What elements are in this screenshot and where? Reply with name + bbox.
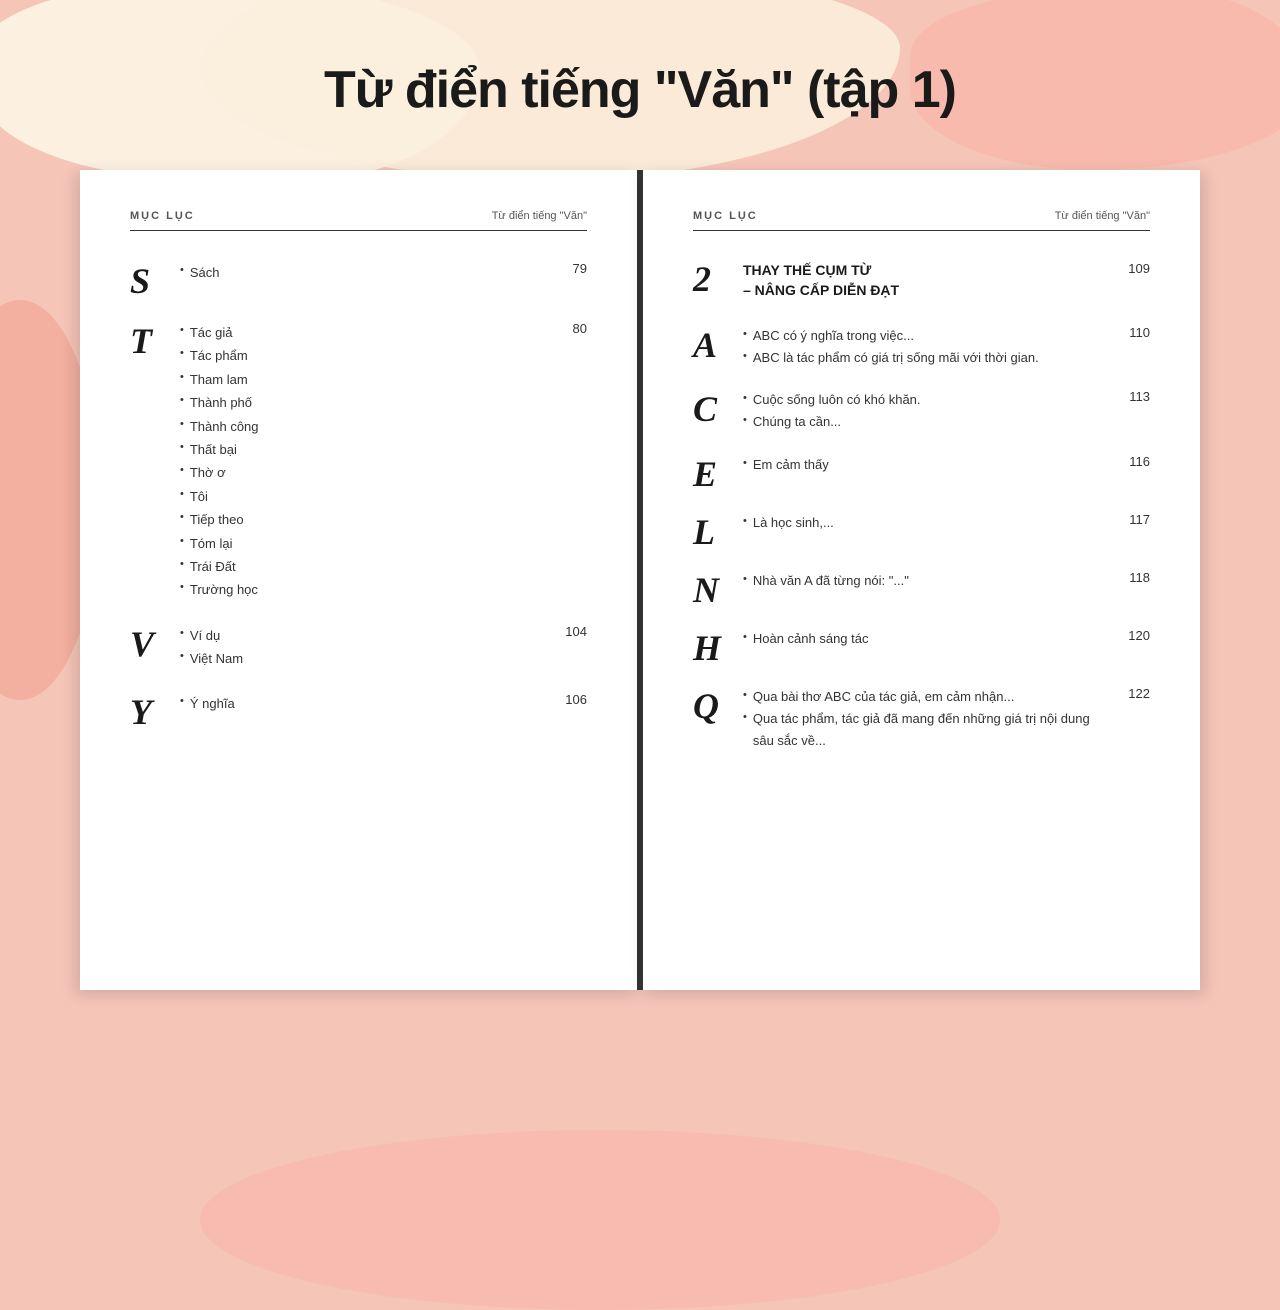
right-toc-section-a: A •ABC có ý nghĩa trong việc... •ABC là … xyxy=(693,325,1114,369)
list-item: •Nhà văn A đã từng nói: "..." xyxy=(743,570,1114,592)
right-page-num-q: 122 xyxy=(1113,686,1150,701)
left-header-title: Từ điển tiếng "Văn" xyxy=(492,210,587,222)
list-item: •Tiếp theo xyxy=(180,508,553,531)
list-item: •Thành công xyxy=(180,415,553,438)
list-item: •Tóm lại xyxy=(180,532,553,555)
right-letter-l: L xyxy=(693,514,743,550)
toc-section-s: S • Sách xyxy=(130,261,553,299)
list-item: •Thờ ơ xyxy=(180,461,553,484)
right-toc-section-n: N •Nhà văn A đã từng nói: "..." xyxy=(693,570,1114,608)
right-page-num-l: 117 xyxy=(1114,512,1150,527)
toc-section-v: V •Ví dụ •Việt Nam xyxy=(130,624,545,671)
list-item: •Hoàn cảnh sáng tác xyxy=(743,628,1113,650)
chapter-page-num: 109 xyxy=(1113,261,1150,325)
right-toc-section-e: E •Em cảm thấy xyxy=(693,454,1114,492)
list-item: •Qua bài thơ ABC của tác giả, em cảm nhậ… xyxy=(743,686,1113,708)
toc-row-s: S • Sách 79 xyxy=(130,261,587,321)
right-toc-row-h: H •Hoàn cảnh sáng tác 120 xyxy=(693,628,1150,686)
toc-section-t: T •Tác giả •Tác phẩm •Tham lam •Thành ph… xyxy=(130,321,553,602)
list-item: •Tham lam xyxy=(180,368,553,391)
list-item: •Cuộc sống luôn có khó khăn. xyxy=(743,389,1114,411)
page-num-y: 106 xyxy=(545,692,587,707)
list-item: •Là học sinh,... xyxy=(743,512,1114,534)
toc-items-s: • Sách xyxy=(180,261,553,284)
list-item: •Qua tác phẩm, tác giả đã mang đến những… xyxy=(743,708,1113,752)
right-toc-row-n: N •Nhà văn A đã từng nói: "..." 118 xyxy=(693,570,1150,628)
left-page-header: MỤC LỤC Từ điển tiếng "Văn" xyxy=(130,210,587,231)
toc-section-y: Y •Ý nghĩa xyxy=(130,692,545,730)
letter-s: S xyxy=(130,263,180,299)
toc-row-y: Y •Ý nghĩa 106 xyxy=(130,692,587,752)
toc-items-t: •Tác giả •Tác phẩm •Tham lam •Thành phố … xyxy=(180,321,553,602)
toc-row-v: V •Ví dụ •Việt Nam 104 xyxy=(130,624,587,693)
letter-v: V xyxy=(130,626,180,662)
right-toc-section-q: Q •Qua bài thơ ABC của tác giả, em cảm n… xyxy=(693,686,1113,752)
right-letter-e: E xyxy=(693,456,743,492)
list-item: •Thành phố xyxy=(180,391,553,414)
books-container: MỤC LỤC Từ điển tiếng "Văn" S • Sách 79 xyxy=(80,170,1200,990)
right-items-q: •Qua bài thơ ABC của tác giả, em cảm nhậ… xyxy=(743,686,1113,752)
toc-items-y: •Ý nghĩa xyxy=(180,692,545,715)
page-num-v: 104 xyxy=(545,624,587,639)
chapter-header: 2 THAY THẾ CỤM TỪ– NÂNG CẤP DIỄN ĐẠT xyxy=(693,261,1113,300)
right-header-title: Từ điển tiếng "Văn" xyxy=(1055,210,1150,222)
right-toc-section-c: C •Cuộc sống luôn có khó khăn. •Chúng ta… xyxy=(693,389,1114,433)
chapter-num: 2 xyxy=(693,261,743,297)
right-page-num-e: 116 xyxy=(1114,454,1150,469)
left-page: MỤC LỤC Từ điển tiếng "Văn" S • Sách 79 xyxy=(80,170,640,990)
right-toc-row-l: L •Là học sinh,... 117 xyxy=(693,512,1150,570)
right-muc-luc-label: MỤC LỤC xyxy=(693,210,758,222)
chapter-title: THAY THẾ CỤM TỪ– NÂNG CẤP DIỄN ĐẠT xyxy=(743,261,1113,300)
main-content: Từ điển tiếng "Văn" (tập 1) MỤC LỤC Từ đ… xyxy=(0,0,1280,1280)
right-toc-section-l: L •Là học sinh,... xyxy=(693,512,1114,550)
list-item: •Tác phẩm xyxy=(180,344,553,367)
list-item: •Trường học xyxy=(180,578,553,601)
right-toc-row-q: Q •Qua bài thơ ABC của tác giả, em cảm n… xyxy=(693,686,1150,772)
right-toc-row-e: E •Em cảm thấy 116 xyxy=(693,454,1150,512)
right-page-num-a: 110 xyxy=(1114,325,1150,340)
left-muc-luc-label: MỤC LỤC xyxy=(130,210,195,222)
list-item: •Ví dụ xyxy=(180,624,545,647)
right-items-a: •ABC có ý nghĩa trong việc... •ABC là tá… xyxy=(743,325,1114,369)
right-page-num-c: 113 xyxy=(1114,389,1150,404)
right-items-e: •Em cảm thấy xyxy=(743,454,1114,476)
toc-row-t: T •Tác giả •Tác phẩm •Tham lam •Thành ph… xyxy=(130,321,587,624)
right-items-l: •Là học sinh,... xyxy=(743,512,1114,534)
letter-t: T xyxy=(130,323,180,359)
page-num-t: 80 xyxy=(553,321,587,336)
list-item: •Em cảm thấy xyxy=(743,454,1114,476)
list-item: • Sách xyxy=(180,261,553,284)
right-toc-row-c: C •Cuộc sống luôn có khó khăn. •Chúng ta… xyxy=(693,389,1150,453)
list-item: •ABC là tác phẩm có giá trị sống mãi với… xyxy=(743,347,1114,369)
right-toc-row-a: A •ABC có ý nghĩa trong việc... •ABC là … xyxy=(693,325,1150,389)
list-item: •Tôi xyxy=(180,485,553,508)
right-items-c: •Cuộc sống luôn có khó khăn. •Chúng ta c… xyxy=(743,389,1114,433)
page-num-s: 79 xyxy=(553,261,587,276)
list-item: •Tác giả xyxy=(180,321,553,344)
right-items-h: •Hoàn cảnh sáng tác xyxy=(743,628,1113,650)
right-letter-c: C xyxy=(693,391,743,427)
list-item: •Chúng ta cần... xyxy=(743,411,1114,433)
right-letter-h: H xyxy=(693,630,743,666)
list-item: •Ý nghĩa xyxy=(180,692,545,715)
right-page-num-h: 120 xyxy=(1113,628,1150,643)
toc-items-v: •Ví dụ •Việt Nam xyxy=(180,624,545,671)
list-item: •ABC có ý nghĩa trong việc... xyxy=(743,325,1114,347)
letter-y: Y xyxy=(130,694,180,730)
right-letter-a: A xyxy=(693,327,743,363)
right-letter-q: Q xyxy=(693,688,743,724)
right-toc-section-h: H •Hoàn cảnh sáng tác xyxy=(693,628,1113,666)
list-item: •Việt Nam xyxy=(180,647,545,670)
chapter-row: 2 THAY THẾ CỤM TỪ– NÂNG CẤP DIỄN ĐẠT 109 xyxy=(693,261,1150,325)
page-title: Từ điển tiếng "Văn" (tập 1) xyxy=(324,60,956,120)
right-page-header: MỤC LỤC Từ điển tiếng "Văn" xyxy=(693,210,1150,231)
list-item: •Thất bại xyxy=(180,438,553,461)
right-letter-n: N xyxy=(693,572,743,608)
right-page: MỤC LỤC Từ điển tiếng "Văn" 2 THAY THẾ C… xyxy=(640,170,1200,990)
right-items-n: •Nhà văn A đã từng nói: "..." xyxy=(743,570,1114,592)
right-page-num-n: 118 xyxy=(1114,570,1150,585)
chapter-title-block: THAY THẾ CỤM TỪ– NÂNG CẤP DIỄN ĐẠT xyxy=(743,261,1113,300)
list-item: •Trái Đất xyxy=(180,555,553,578)
